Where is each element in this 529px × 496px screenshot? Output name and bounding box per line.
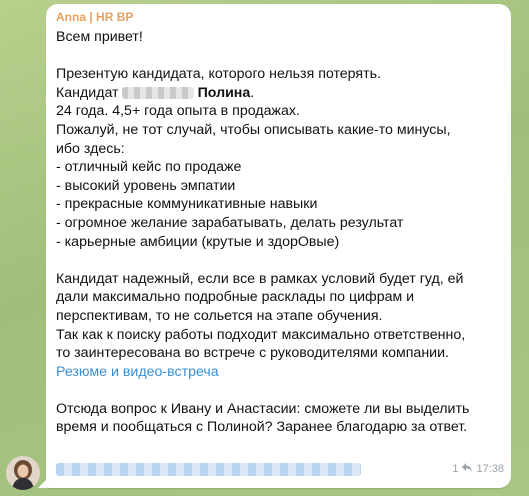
candidate-line: Кандидат Полина. (56, 84, 504, 103)
intro-line: Презентую кандидата, которого нельзя пот… (56, 66, 381, 83)
bullet-item: - высокий уровень эмпатии (56, 177, 236, 194)
greeting-line: Всем привет! (56, 29, 143, 45)
sender-avatar[interactable] (6, 456, 40, 490)
message-meta: 1 17:38 (452, 462, 504, 475)
sender-name[interactable]: Anna | HR BP (56, 10, 133, 24)
message-time: 17:38 (476, 462, 504, 475)
message-footer: 1 17:38 (56, 460, 504, 478)
bullet-item: - карьерные амбиции (крутые и здорОвые) (56, 233, 340, 250)
message-text: Всем привет! Презентую кандидата, которо… (56, 28, 504, 437)
para2-line-3: перспективам, то не сольется на этапе об… (56, 307, 383, 324)
candidate-suffix: . (250, 84, 255, 101)
message-bubble[interactable]: Anna | HR BP Всем привет! Презентую канд… (46, 4, 511, 488)
resume-link[interactable]: Резюме и видео-встреча (56, 363, 504, 382)
para2-line-2: дали максимально подробные расклады по ц… (56, 289, 415, 306)
bullet-item: - прекрасные коммуникативные навыки (56, 196, 318, 213)
avatar-photo-icon (6, 456, 40, 490)
age-experience-line: 24 года. 4,5+ года опыта в продажах. (56, 103, 300, 120)
intro2-line-2: ибо здесь: (56, 140, 125, 157)
question-line-2: время и пообщаться с Полиной? Заранее бл… (56, 419, 468, 436)
reply-arrow-icon[interactable] (461, 462, 473, 475)
redacted-mentions (56, 463, 361, 476)
para2-line-1: Кандидат надежный, если все в рамках усл… (56, 270, 464, 287)
bullet-item: - огромное желание зарабатывать, делать … (56, 214, 404, 231)
question-line-1: Отсюда вопрос к Ивану и Анастасии: сможе… (56, 400, 470, 417)
redacted-surname (121, 87, 194, 100)
para3-line-1: Так как к поиску работы подходит максима… (56, 326, 466, 343)
candidate-name: Полина (197, 84, 251, 101)
candidate-prefix: Кандидат (56, 84, 119, 101)
reply-count[interactable]: 1 (452, 463, 458, 475)
para3-line-2: то заинтересована во встрече с руководит… (56, 345, 449, 362)
intro2-line-1: Пожалуй, не тот случай, чтобы описывать … (56, 121, 451, 138)
bullet-item: - отличный кейс по продаже (56, 159, 242, 176)
